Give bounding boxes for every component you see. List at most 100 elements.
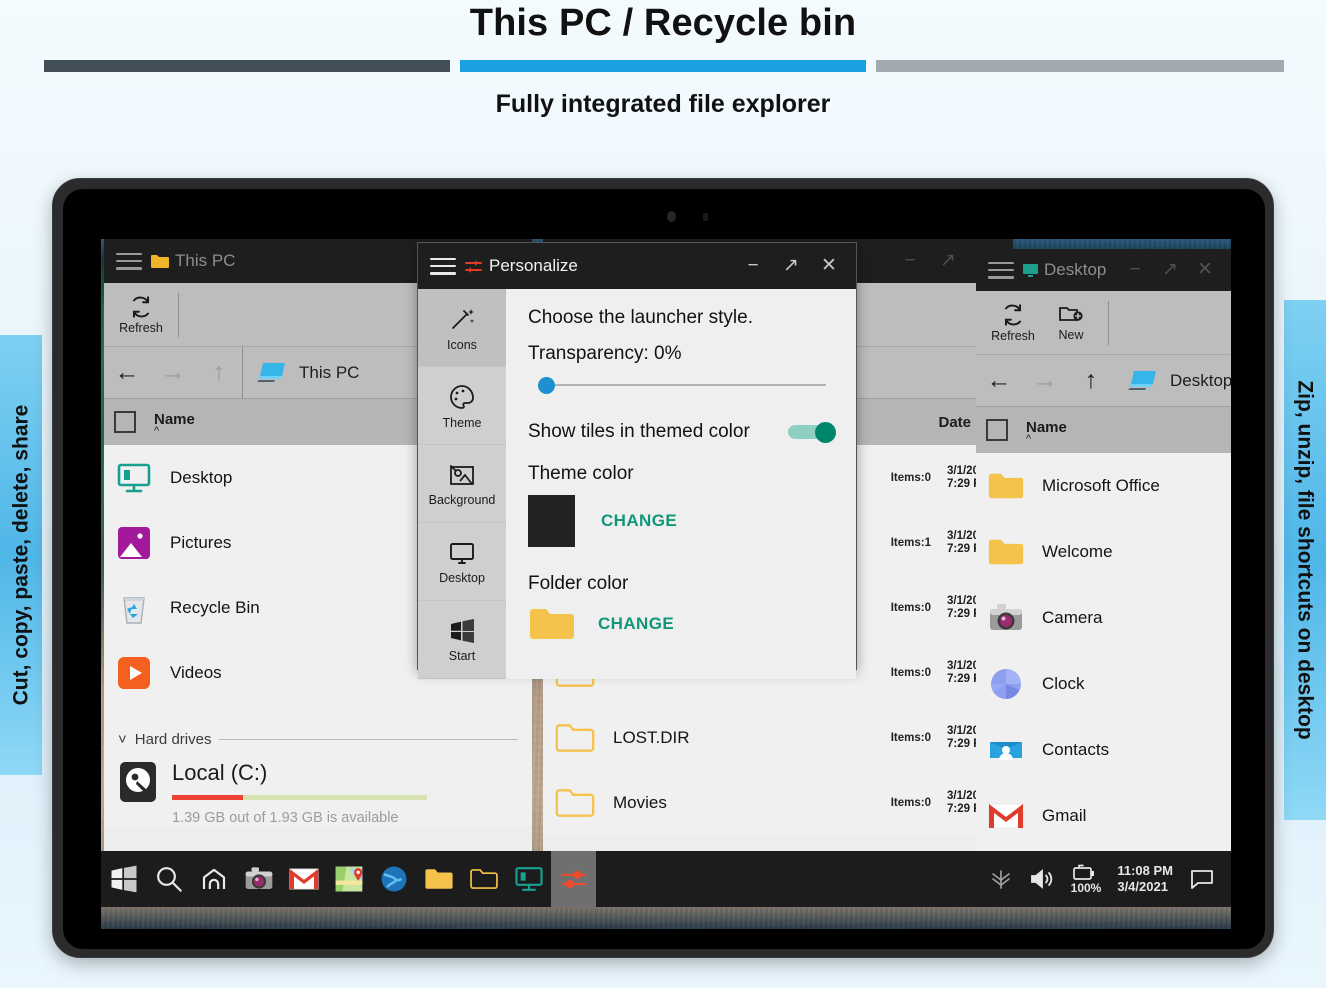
theme-color-change-button[interactable]: CHANGE xyxy=(601,511,677,531)
monitor-icon xyxy=(1022,263,1039,278)
table-cell-items: Items:0 xyxy=(890,601,931,614)
files-app[interactable] xyxy=(416,851,461,907)
this-pc-app[interactable] xyxy=(506,851,551,907)
this-pc-breadcrumb[interactable]: This PC xyxy=(243,361,359,385)
select-all-checkbox[interactable] xyxy=(986,419,1008,441)
theme-color-swatch[interactable] xyxy=(528,495,575,547)
front-camera-icon xyxy=(667,211,676,222)
sliders-icon xyxy=(559,864,589,894)
folder-color-change-button[interactable]: CHANGE xyxy=(598,614,674,634)
list-item[interactable]: Camera xyxy=(976,585,1231,651)
toggle-knob xyxy=(815,422,836,443)
list-item-label: Microsoft Office xyxy=(1042,476,1160,495)
list-item-label: Gmail xyxy=(1042,806,1087,825)
dialog-nav-start[interactable]: Start xyxy=(418,601,506,679)
clock[interactable]: 11:08 PM 3/4/2021 xyxy=(1117,863,1173,895)
folder-outline-icon xyxy=(469,868,499,890)
desktop-breadcrumb[interactable]: Desktop xyxy=(1114,369,1231,393)
folder-icon xyxy=(150,253,170,269)
windows-icon xyxy=(109,864,139,894)
this-pc-forward-button[interactable]: → xyxy=(150,358,196,387)
middle-maximize-button[interactable]: ↗ xyxy=(937,250,959,272)
sort-ascending-icon[interactable]: ^ xyxy=(1026,433,1067,444)
table-cell-items: Items:0 xyxy=(890,731,931,744)
gmail-app[interactable] xyxy=(281,851,326,907)
list-item[interactable]: Microsoft Office xyxy=(976,453,1231,519)
show-tiles-toggle[interactable] xyxy=(788,422,836,443)
desktop-forward-button[interactable]: → xyxy=(1022,366,1068,395)
desktop-minimize-button[interactable]: − xyxy=(1124,259,1146,281)
desktop-up-button[interactable]: ↑ xyxy=(1068,366,1114,395)
dialog-minimize-button[interactable]: − xyxy=(742,255,764,277)
list-item[interactable]: Gmail xyxy=(976,783,1231,849)
middle-minimize-button[interactable]: − xyxy=(899,250,921,272)
list-item[interactable]: Contacts xyxy=(976,717,1231,783)
sort-ascending-icon[interactable]: ^ xyxy=(154,425,195,436)
theme-color-label: Theme color xyxy=(528,463,634,484)
dialog-menu-icon[interactable] xyxy=(430,257,456,275)
dialog-nav-desktop[interactable]: Desktop xyxy=(418,523,506,601)
transparency-slider[interactable] xyxy=(532,375,832,395)
battery-status[interactable]: 100% xyxy=(1071,864,1101,895)
table-cell-items: Items:1 xyxy=(890,536,931,549)
desktop-new-button[interactable]: New xyxy=(1042,303,1100,342)
personalize-app[interactable] xyxy=(551,851,596,907)
device-screen: − ↗ ✕ Date AlarmsItems:03/1/20217:29 PMA… xyxy=(101,239,1231,929)
desktop-close-button[interactable]: ✕ xyxy=(1194,259,1216,281)
this-pc-up-button[interactable]: ↑ xyxy=(196,358,242,387)
list-item[interactable]: Welcome xyxy=(976,519,1231,585)
dialog-heading: Choose the launcher style. xyxy=(528,307,753,328)
folder-color-swatch[interactable] xyxy=(528,605,576,643)
recycle-bin-icon xyxy=(116,590,152,626)
maps-app[interactable] xyxy=(326,851,371,907)
slider-knob[interactable] xyxy=(538,377,555,394)
system-tray: 100% 11:08 PM 3/4/2021 xyxy=(989,863,1231,895)
dialog-close-button[interactable]: ✕ xyxy=(818,255,840,277)
table-row[interactable]: Movies Items:0 3/1/2021 7:29 PM xyxy=(543,770,1013,835)
middle-column-date: Date xyxy=(938,413,971,431)
clock-time: 11:08 PM xyxy=(1117,863,1173,878)
drive-row-local-c[interactable]: Local (C:) 1.39 GB out of 1.93 GB is ava… xyxy=(104,756,532,826)
drive-usage-text: 1.39 GB out of 1.93 GB is available xyxy=(172,810,399,826)
this-pc-refresh-button[interactable]: Refresh xyxy=(112,294,170,335)
pictures-icon xyxy=(116,525,152,561)
table-cell-name: Movies xyxy=(613,792,667,812)
show-tiles-row[interactable]: Show tiles in themed color xyxy=(528,421,836,443)
home-button[interactable] xyxy=(191,851,236,907)
transparency-label: Transparency: 0% xyxy=(528,343,682,364)
this-pc-menu-icon[interactable] xyxy=(116,252,142,270)
table-row[interactable]: LOST.DIR Items:0 3/1/2021 7:29 PM xyxy=(543,705,1013,770)
wifi-icon[interactable] xyxy=(989,868,1013,890)
desktop-titlebar: Desktop − ↗ ✕ xyxy=(976,249,1231,291)
folder-color-label: Folder color xyxy=(528,573,629,594)
camera-app[interactable] xyxy=(236,851,281,907)
explorer-app[interactable] xyxy=(461,851,506,907)
desktop-maximize-button[interactable]: ↗ xyxy=(1159,259,1181,281)
desktop-column-header: Name ^ xyxy=(976,407,1231,453)
windows-icon xyxy=(447,617,477,645)
select-all-checkbox[interactable] xyxy=(114,411,136,433)
this-pc-icon xyxy=(1128,369,1160,393)
desktop-back-button[interactable]: ← xyxy=(976,366,1022,395)
list-item-label: Contacts xyxy=(1042,740,1110,759)
volume-icon[interactable] xyxy=(1029,868,1055,890)
browser-app[interactable] xyxy=(371,851,416,907)
desktop-refresh-button[interactable]: Refresh xyxy=(984,302,1042,343)
hard-drives-header[interactable]: ˅ Hard drives xyxy=(104,722,532,756)
page-subtitle: Fully integrated file explorer xyxy=(495,90,831,118)
list-item[interactable]: Clock xyxy=(976,651,1231,717)
dialog-title: Personalize xyxy=(489,256,578,275)
desktop-menu-icon[interactable] xyxy=(988,261,1014,279)
sensor-icon xyxy=(703,213,708,221)
dialog-maximize-button[interactable]: ↗ xyxy=(780,255,802,277)
header-rule-accent xyxy=(460,60,866,72)
this-pc-back-button[interactable]: ← xyxy=(104,358,150,387)
dialog-nav-icons[interactable]: Icons xyxy=(418,289,506,367)
dialog-nav-background[interactable]: Background xyxy=(418,445,506,523)
list-item-label: Welcome xyxy=(1042,542,1113,561)
start-button[interactable] xyxy=(101,851,146,907)
message-icon[interactable] xyxy=(1189,868,1215,890)
dialog-nav-theme[interactable]: Theme xyxy=(418,367,506,445)
this-pc-icon xyxy=(257,361,289,385)
search-button[interactable] xyxy=(146,851,191,907)
